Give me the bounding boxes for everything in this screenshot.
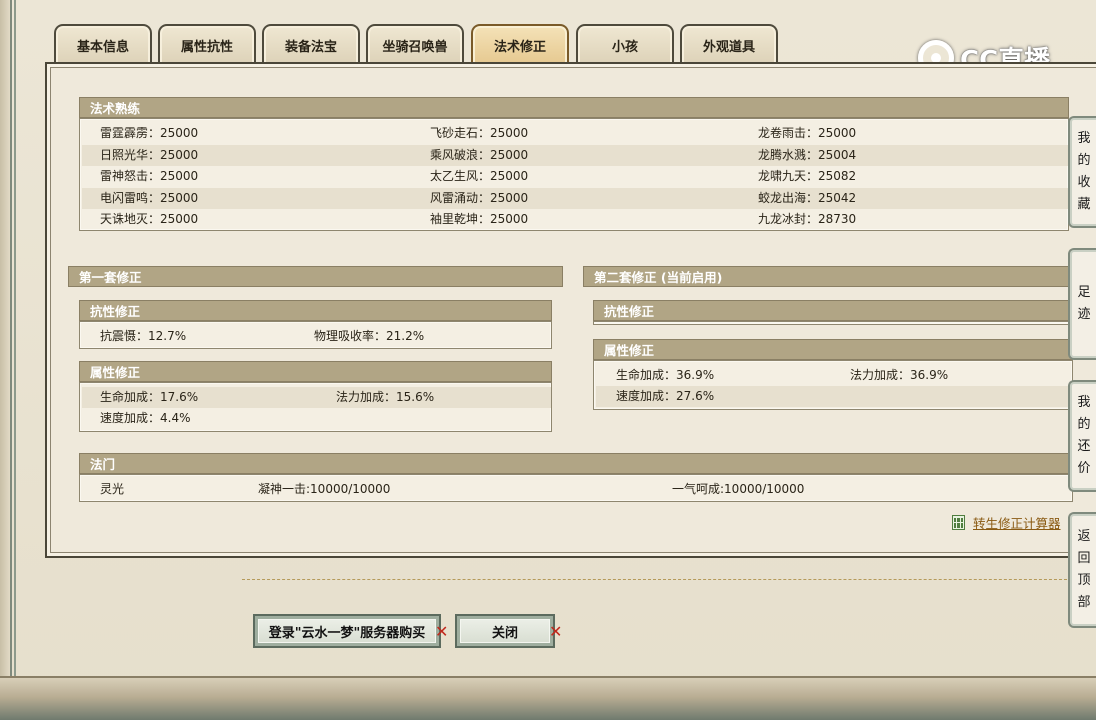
table-row: 灵光 凝神一击:10000/10000 一气呵成:10000/10000 (82, 479, 1072, 500)
close-button-label: 关闭 (491, 625, 518, 641)
bottom-frame (0, 676, 1096, 720)
spell-value: 飞砂走石：25000 (430, 126, 529, 140)
famen-value: 灵光 (100, 482, 125, 496)
spell-mastery-box: 雷霆霹雳：25000 飞砂走石：25000 龙卷雨击：25000 日照光华：25… (79, 118, 1069, 231)
famen-header: 法门 (79, 453, 1073, 474)
attr-value: 速度加成：4.4% (100, 411, 191, 425)
set1-resist-box: 抗震慑：12.7% 物理吸收率：21.2% (79, 321, 552, 349)
tab-attributes-resistance[interactable]: 属性抗性 (158, 24, 256, 64)
set2-attr-header: 属性修正 (593, 339, 1073, 360)
spell-value: 天诛地灭：25000 (100, 212, 199, 226)
side-tab-char: 藏 (1077, 197, 1091, 212)
side-tab-char: 还 (1077, 439, 1091, 454)
spell-value: 雷霆霹雳：25000 (100, 126, 199, 140)
spell-value: 蛟龙出海：25042 (758, 191, 857, 205)
close-button[interactable]: 关闭 (455, 614, 555, 648)
side-tab-my-favorites[interactable]: 我 的 收 藏 (1068, 116, 1096, 228)
calc-link-label: 转生修正计算器 (973, 515, 1061, 531)
left-frame (0, 0, 12, 700)
spell-value: 龙啸九天：25082 (758, 169, 857, 183)
attr-value: 法力加成：15.6% (336, 390, 435, 404)
attr-value: 生命加成：36.9% (616, 368, 715, 382)
tab-mounts-pets[interactable]: 坐骑召唤兽 (366, 24, 464, 64)
attr-value: 法力加成：36.9% (850, 368, 949, 382)
tab-equipment[interactable]: 装备法宝 (262, 24, 360, 64)
set2-header: 第二套修正 (当前启用) (583, 266, 1073, 287)
spell-value: 雷神怒击：25000 (100, 169, 199, 183)
spell-value: 龙卷雨击：25000 (758, 126, 857, 140)
side-tab-char: 足 (1077, 285, 1091, 300)
side-tab-footprints[interactable]: 足 迹 (1068, 248, 1096, 360)
side-tab-char: 我 (1077, 131, 1091, 146)
spell-value: 太乙生风：25000 (430, 169, 529, 183)
tab-basic-info[interactable]: 基本信息 (54, 24, 152, 64)
set2-attr-box: 生命加成：36.9% 法力加成：36.9% 速度加成：27.6% (593, 360, 1073, 410)
calculator-icon (952, 514, 965, 530)
red-knot-icon: ✕ (435, 622, 449, 641)
spell-value: 九龙冰封：28730 (758, 212, 857, 226)
rebirth-calculator-link[interactable]: 转生修正计算器 (952, 513, 1061, 531)
attr-value: 速度加成：27.6% (616, 389, 715, 403)
famen-value: 一气呵成:10000/10000 (672, 482, 805, 496)
set1-resist-header: 抗性修正 (79, 300, 552, 321)
attr-value: 生命加成：17.6% (100, 390, 199, 404)
spell-value: 风雷涌动：25000 (430, 191, 529, 205)
red-knot-icon: ✕ (549, 622, 563, 641)
side-tab-char: 顶 (1077, 573, 1091, 588)
side-tab-char: 的 (1077, 417, 1091, 432)
side-tab-char: 回 (1077, 551, 1091, 566)
table-row: 抗震慑：12.7% 物理吸收率：21.2% (82, 326, 551, 347)
side-tab-char: 部 (1077, 595, 1091, 610)
buy-button-label: 登录"云水一梦"服务器购买 (268, 625, 426, 641)
side-tab-char: 我 (1077, 395, 1091, 410)
spell-value: 龙腾水溅：25004 (758, 148, 857, 162)
famen-box: 灵光 凝神一击:10000/10000 一气呵成:10000/10000 (79, 474, 1073, 502)
buy-on-server-button[interactable]: 登录"云水一梦"服务器购买 (253, 614, 441, 648)
divider (242, 579, 1072, 580)
spell-value: 日照光华：25000 (100, 148, 199, 162)
table-row: 速度加成：27.6% (596, 386, 1072, 407)
side-tab-char: 迹 (1077, 307, 1091, 322)
side-tab-char: 的 (1077, 153, 1091, 168)
set2-resist-header: 抗性修正 (593, 300, 1073, 321)
side-tab-char: 价 (1077, 461, 1091, 476)
set2-resist-box (593, 321, 1073, 325)
table-row: 日照光华：25000 乘风破浪：25000 龙腾水溅：25004 (82, 145, 1068, 166)
table-row: 天诛地灭：25000 袖里乾坤：25000 九龙冰封：28730 (82, 209, 1068, 230)
set1-header: 第一套修正 (68, 266, 563, 287)
side-tab-back-to-top[interactable]: 返 回 顶 部 (1068, 512, 1096, 628)
side-tab-my-bids[interactable]: 我 的 还 价 (1068, 380, 1096, 492)
table-row: 速度加成：4.4% (82, 408, 551, 429)
spell-value: 乘风破浪：25000 (430, 148, 529, 162)
table-row: 雷神怒击：25000 太乙生风：25000 龙啸九天：25082 (82, 166, 1068, 187)
side-tab-char: 返 (1077, 529, 1091, 544)
table-row: 生命加成：17.6% 法力加成：15.6% (82, 387, 551, 408)
table-row: 雷霆霹雳：25000 飞砂走石：25000 龙卷雨击：25000 (82, 123, 1068, 144)
spell-value: 袖里乾坤：25000 (430, 212, 529, 226)
side-tab-char: 收 (1077, 175, 1091, 190)
resist-value: 物理吸收率：21.2% (314, 329, 425, 343)
resist-value: 抗震慑：12.7% (100, 329, 187, 343)
spell-value: 电闪雷鸣：25000 (100, 191, 199, 205)
tab-child[interactable]: 小孩 (576, 24, 674, 64)
tab-spell-correction[interactable]: 法术修正 (471, 24, 569, 64)
table-row: 生命加成：36.9% 法力加成：36.9% (596, 365, 1072, 386)
tab-appearance-items[interactable]: 外观道具 (680, 24, 778, 64)
famen-value: 凝神一击:10000/10000 (258, 482, 391, 496)
table-row: 电闪雷鸣：25000 风雷涌动：25000 蛟龙出海：25042 (82, 188, 1068, 209)
set1-attr-box: 生命加成：17.6% 法力加成：15.6% 速度加成：4.4% (79, 382, 552, 432)
set1-attr-header: 属性修正 (79, 361, 552, 382)
spell-mastery-header: 法术熟练 (79, 97, 1069, 118)
